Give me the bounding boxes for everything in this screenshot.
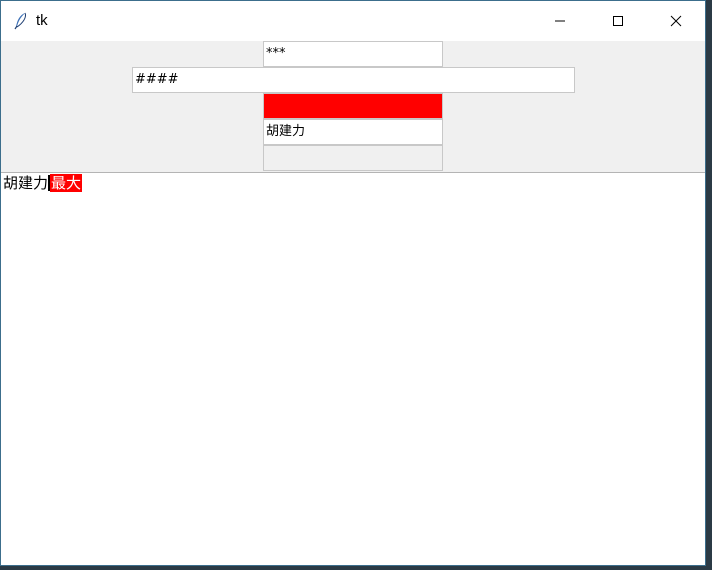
client-area: *** #### 胡建力 胡建力 最大 bbox=[1, 41, 705, 565]
wide-entry[interactable]: #### bbox=[132, 67, 575, 93]
text-highlight: 最大 bbox=[50, 174, 83, 192]
maximize-icon bbox=[612, 15, 624, 27]
minimize-icon bbox=[554, 15, 566, 27]
close-icon bbox=[670, 15, 682, 27]
text-area[interactable]: 胡建力 最大 bbox=[1, 172, 705, 565]
red-entry[interactable] bbox=[263, 93, 443, 119]
feather-icon bbox=[11, 11, 31, 31]
minimize-button[interactable] bbox=[531, 1, 589, 41]
disabled-entry[interactable] bbox=[263, 145, 443, 171]
window-title: tk bbox=[36, 12, 48, 29]
name-entry[interactable]: 胡建力 bbox=[263, 119, 443, 145]
text-line: 胡建力 最大 bbox=[3, 174, 83, 192]
title-bar[interactable]: tk bbox=[1, 1, 705, 41]
text-plain: 胡建力 bbox=[3, 174, 49, 192]
app-window: tk *** #### 胡建力 胡建力 最大 bbox=[0, 0, 706, 566]
password-entry[interactable]: *** bbox=[263, 41, 443, 67]
maximize-button[interactable] bbox=[589, 1, 647, 41]
close-button[interactable] bbox=[647, 1, 705, 41]
